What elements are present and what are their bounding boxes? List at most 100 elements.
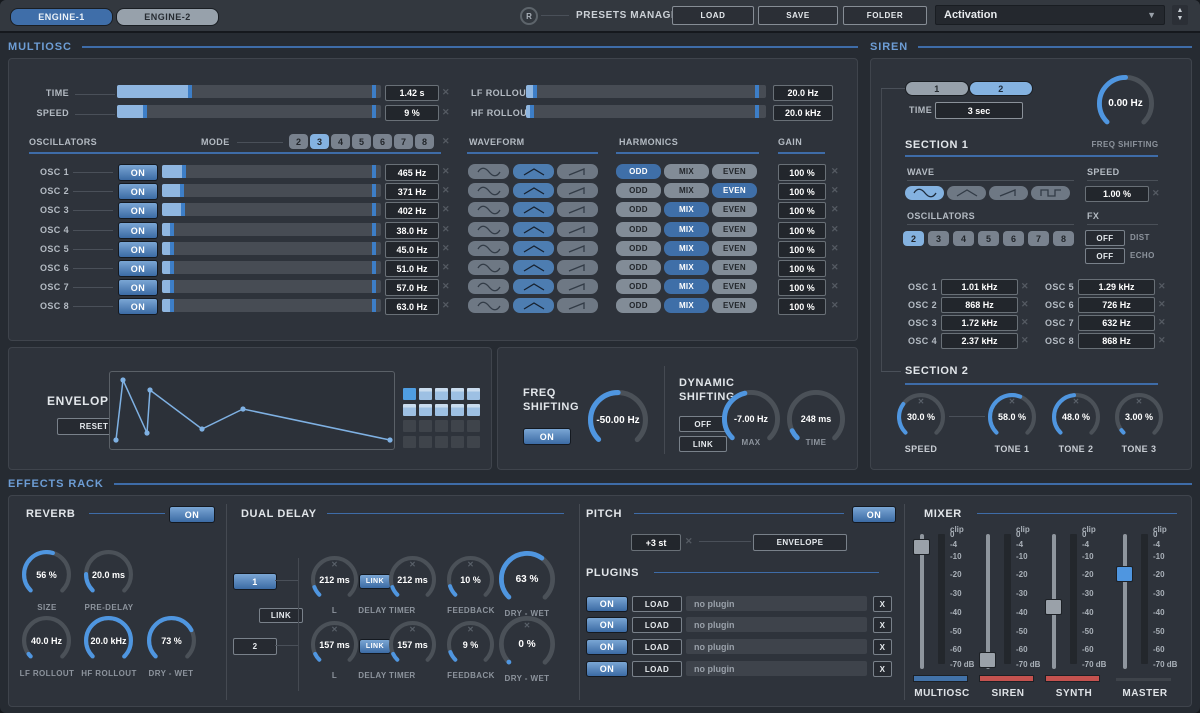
osc-freq-slider[interactable] bbox=[162, 203, 381, 216]
siren-speed-value[interactable]: 1.00 % bbox=[1085, 186, 1149, 202]
pitch-envelope-button[interactable]: ENVELOPE bbox=[753, 534, 847, 551]
delay-2-dry-wet-knob[interactable]: 0 %✕ bbox=[499, 616, 555, 672]
triangle-wave-button[interactable] bbox=[513, 202, 554, 217]
grid-cell[interactable] bbox=[467, 420, 480, 432]
harmonic-even-button[interactable]: EVEN bbox=[712, 279, 757, 294]
grid-cell[interactable] bbox=[419, 404, 432, 416]
sine-wave-button[interactable] bbox=[468, 202, 509, 217]
speed-slider[interactable] bbox=[117, 105, 381, 118]
siren-osc-5-button[interactable]: 5 bbox=[978, 231, 999, 246]
saw-wave-button[interactable] bbox=[557, 202, 598, 217]
harmonic-even-button[interactable]: EVEN bbox=[712, 260, 757, 275]
close-icon[interactable]: ✕ bbox=[1152, 188, 1160, 199]
harmonic-mix-button[interactable]: MIX bbox=[664, 202, 709, 217]
mode-7-button[interactable]: 7 bbox=[394, 134, 413, 149]
osc-freq-slider[interactable] bbox=[162, 299, 381, 312]
grid-cell[interactable] bbox=[403, 420, 416, 432]
grid-cell[interactable] bbox=[435, 388, 448, 400]
siren-osc-value[interactable]: 868 Hz bbox=[941, 297, 1018, 313]
fader-handle[interactable] bbox=[1116, 566, 1133, 582]
echo-off-button[interactable]: OFF bbox=[1085, 248, 1125, 264]
osc-gain-value[interactable]: 100 % bbox=[778, 241, 826, 258]
plugin-slot-field[interactable]: no plugin bbox=[686, 596, 867, 611]
osc-on-button[interactable]: ON bbox=[118, 164, 158, 181]
speed-value[interactable]: 9 % bbox=[385, 105, 439, 121]
osc-on-button[interactable]: ON bbox=[118, 241, 158, 258]
siren-freq-shifting-knob[interactable]: 0.00 Hz bbox=[1097, 75, 1154, 132]
siren-tab-1[interactable]: 1 bbox=[905, 81, 969, 96]
load-button[interactable]: LOAD bbox=[672, 6, 754, 25]
harmonic-mix-button[interactable]: MIX bbox=[664, 183, 709, 198]
sine-wave-button[interactable] bbox=[468, 183, 509, 198]
harmonic-even-button[interactable]: EVEN bbox=[712, 183, 757, 198]
siren-osc-value[interactable]: 2.37 kHz bbox=[941, 333, 1018, 349]
plugin-remove-button[interactable]: X bbox=[873, 639, 892, 655]
close-icon[interactable]: ✕ bbox=[442, 87, 450, 98]
close-icon[interactable]: ✕ bbox=[442, 224, 450, 235]
osc-on-button[interactable]: ON bbox=[118, 298, 158, 315]
saw-wave-button[interactable] bbox=[557, 164, 598, 179]
close-icon[interactable]: ✕ bbox=[1021, 281, 1029, 292]
grid-cell[interactable] bbox=[451, 420, 464, 432]
reverb-predelay-knob[interactable]: 20.0 ms bbox=[84, 550, 133, 599]
saw-wave-button[interactable] bbox=[557, 298, 598, 313]
grid-cell[interactable] bbox=[451, 436, 464, 448]
reverb-lf-rollout-knob[interactable]: 40.0 Hz bbox=[22, 616, 71, 665]
close-icon[interactable]: ✕ bbox=[442, 166, 450, 177]
harmonic-even-button[interactable]: EVEN bbox=[712, 241, 757, 256]
osc-gain-value[interactable]: 100 % bbox=[778, 202, 826, 219]
harmonic-odd-button[interactable]: ODD bbox=[616, 260, 661, 275]
sine-wave-button[interactable] bbox=[468, 222, 509, 237]
pitch-semitones-value[interactable]: +3 st bbox=[631, 534, 681, 551]
siren-osc-value[interactable]: 1.72 kHz bbox=[941, 315, 1018, 331]
save-button[interactable]: SAVE bbox=[758, 6, 838, 25]
grid-cell[interactable] bbox=[419, 436, 432, 448]
osc-freq-value[interactable]: 45.0 Hz bbox=[385, 241, 439, 258]
delay-2-feedback-knob[interactable]: 9 %✕ bbox=[447, 621, 494, 668]
triangle-wave-button[interactable] bbox=[513, 164, 554, 179]
sine-wave-button[interactable] bbox=[468, 279, 509, 294]
osc-on-button[interactable]: ON bbox=[118, 279, 158, 296]
plugin-on-button[interactable]: ON bbox=[586, 639, 628, 655]
close-icon[interactable]: ✕ bbox=[442, 204, 450, 215]
osc-gain-value[interactable]: 100 % bbox=[778, 298, 826, 315]
triangle-wave-button[interactable] bbox=[513, 183, 554, 198]
mode-3-button[interactable]: 3 bbox=[310, 134, 329, 149]
siren-speed-knob[interactable]: 30.0 %✕ bbox=[897, 393, 945, 441]
fader-track[interactable] bbox=[986, 534, 990, 669]
osc-freq-value[interactable]: 51.0 Hz bbox=[385, 260, 439, 277]
triangle-wave-button[interactable] bbox=[513, 241, 554, 256]
grid-cell[interactable] bbox=[419, 420, 432, 432]
plugin-load-button[interactable]: LOAD bbox=[632, 596, 682, 612]
dynamic-off-button[interactable]: OFF bbox=[679, 416, 727, 432]
harmonic-mix-button[interactable]: MIX bbox=[664, 222, 709, 237]
freq-shifting-knob[interactable]: -50.00 Hz bbox=[588, 390, 648, 450]
harmonic-even-button[interactable]: EVEN bbox=[712, 164, 757, 179]
close-icon[interactable]: ✕ bbox=[1021, 299, 1029, 310]
plugin-on-button[interactable]: ON bbox=[586, 596, 628, 612]
plugin-remove-button[interactable]: X bbox=[873, 661, 892, 677]
plugin-remove-button[interactable]: X bbox=[873, 617, 892, 633]
time-value[interactable]: 1.42 s bbox=[385, 85, 439, 101]
delay-2-link-button[interactable]: LINK bbox=[359, 639, 391, 654]
harmonic-odd-button[interactable]: ODD bbox=[616, 298, 661, 313]
sine-wave-button[interactable] bbox=[468, 241, 509, 256]
delay-2-left-time-knob[interactable]: 157 ms✕ bbox=[311, 621, 358, 668]
close-icon[interactable]: ✕ bbox=[1021, 317, 1029, 328]
close-icon[interactable]: ✕ bbox=[1158, 299, 1166, 310]
saw-wave-button[interactable] bbox=[557, 279, 598, 294]
close-icon[interactable]: ✕ bbox=[442, 185, 450, 196]
delay-link-button[interactable]: LINK bbox=[259, 608, 303, 623]
lf-rollout-value[interactable]: 20.0 Hz bbox=[773, 85, 833, 101]
tone-2-knob[interactable]: 48.0 %✕ bbox=[1052, 393, 1100, 441]
grid-cell[interactable] bbox=[451, 388, 464, 400]
saw-wave-button[interactable] bbox=[557, 241, 598, 256]
close-icon[interactable]: ✕ bbox=[442, 107, 450, 118]
grid-cell[interactable] bbox=[435, 436, 448, 448]
mode-6-button[interactable]: 6 bbox=[373, 134, 392, 149]
plugin-on-button[interactable]: ON bbox=[586, 661, 628, 677]
close-icon[interactable]: ✕ bbox=[442, 136, 450, 147]
close-icon[interactable]: ✕ bbox=[442, 281, 450, 292]
triangle-wave-button[interactable] bbox=[513, 298, 554, 313]
fader-handle[interactable] bbox=[979, 652, 996, 668]
